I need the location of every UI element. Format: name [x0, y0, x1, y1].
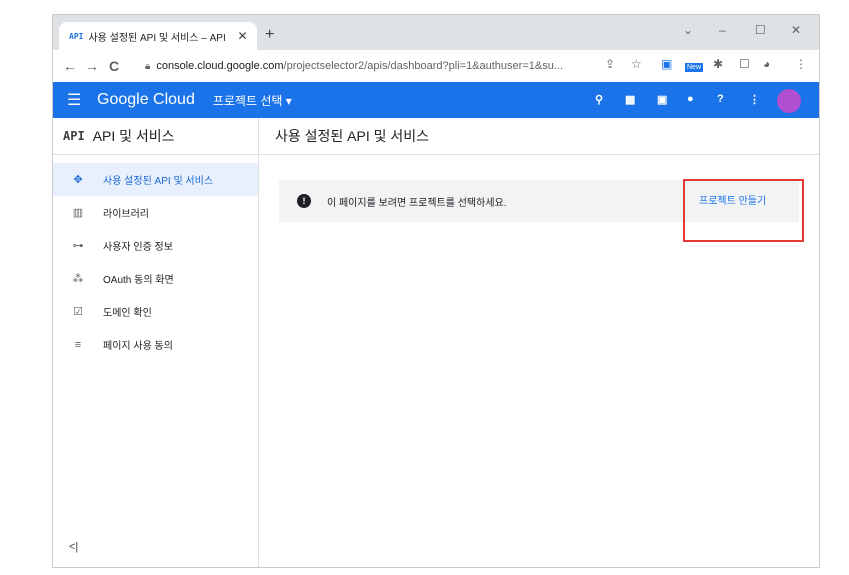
tab-strip: API 사용 설정된 API 및 서비스 – API ✕ + ⌄ – ☐ ✕: [53, 15, 819, 50]
project-selector[interactable]: 프로젝트 선택 ▾: [213, 92, 292, 109]
chevron-down-icon: ▾: [285, 93, 292, 108]
back-icon[interactable]: ←: [59, 58, 81, 74]
sidebar-item-label: OAuth 동의 화면: [103, 275, 174, 286]
star-icon[interactable]: ☆: [631, 57, 642, 71]
sidebar-item-domain-verification[interactable]: ☑ 도메인 확인: [53, 295, 258, 328]
sidebar-item-enabled-apis[interactable]: ✥ 사용 설정된 API 및 서비스: [53, 163, 258, 196]
tab-search-icon[interactable]: ⌄: [683, 23, 693, 37]
forward-icon[interactable]: →: [81, 58, 103, 74]
browser-window: API 사용 설정된 API 및 서비스 – API ✕ + ⌄ – ☐ ✕ ←…: [52, 14, 820, 568]
gcp-header: ☰ Google Cloud 프로젝트 선택 ▾: [53, 82, 819, 118]
library-icon: ▥: [72, 207, 84, 219]
sidebar-item-oauth-consent[interactable]: ⁂ OAuth 동의 화면: [53, 262, 258, 295]
sidebar-item-library[interactable]: ▥ 라이브러리: [53, 196, 258, 229]
maximize-icon[interactable]: ☐: [755, 23, 766, 37]
reload-icon[interactable]: C: [103, 58, 125, 74]
settings-list-icon: ≡: [74, 338, 82, 351]
tab-active[interactable]: API 사용 설정된 API 및 서비스 – API ✕: [59, 22, 257, 50]
highlight-box: [683, 179, 804, 242]
api-favicon-icon: API: [69, 31, 84, 41]
gift-icon[interactable]: ▩: [625, 93, 635, 106]
page-title: 사용 설정된 API 및 서비스: [259, 118, 819, 155]
url-path: /projectselector2/apis/dashboard?pli=1&a…: [283, 60, 563, 72]
tab-close-icon[interactable]: ✕: [237, 29, 247, 43]
sidebar-item-label: 라이브러리: [103, 209, 149, 220]
collapse-sidebar-icon[interactable]: <|: [69, 541, 78, 553]
google-cloud-logo[interactable]: Google Cloud: [97, 91, 195, 109]
puzzle-icon[interactable]: ✱: [713, 57, 723, 71]
sidebar-item-page-usage-agreements[interactable]: ≡ 페이지 사용 동의: [53, 328, 258, 361]
url-text: console.cloud.google.com/projectselector…: [156, 60, 563, 72]
api-icon: API: [63, 129, 85, 143]
tab-title: 사용 설정된 API 및 서비스 – API: [88, 32, 226, 44]
project-selector-label: 프로젝트 선택: [212, 93, 283, 108]
sidebar-item-label: 페이지 사용 동의: [103, 341, 173, 352]
info-icon: !: [297, 194, 311, 208]
consent-icon: ⁂: [72, 273, 84, 285]
sidebar-item-label: 도메인 확인: [103, 308, 152, 319]
sidepanel-icon[interactable]: ☐: [739, 57, 750, 71]
sidebar-item-label: 사용 설정된 API 및 서비스: [103, 176, 214, 187]
sidebar-header: API API 및 서비스: [53, 118, 258, 155]
key-icon: ⊶: [72, 240, 84, 252]
hamburger-menu-icon[interactable]: ☰: [67, 90, 87, 110]
address-row: ← → C 🔒︎ console.cloud.google.com/projec…: [53, 50, 819, 82]
help-icon[interactable]: ?: [717, 93, 724, 105]
address-bar[interactable]: 🔒︎ console.cloud.google.com/projectselec…: [145, 54, 653, 78]
lock-icon: 🔒︎: [145, 60, 151, 72]
sidebar-item-credentials[interactable]: ⊶ 사용자 인증 정보: [53, 229, 258, 262]
avatar[interactable]: [777, 89, 801, 113]
minimize-icon[interactable]: –: [719, 23, 726, 37]
notifications-icon[interactable]: ●: [687, 93, 694, 105]
checkbox-icon: ☑: [73, 306, 83, 318]
notice-text: 이 페이지를 보려면 프로젝트를 선택하세요.: [327, 197, 507, 209]
window-close-icon[interactable]: ✕: [791, 23, 801, 37]
search-icon[interactable]: ⚲: [595, 93, 603, 106]
enabled-apis-icon: ✥: [73, 174, 83, 186]
new-badge-icon[interactable]: New: [685, 63, 704, 72]
sidebar: API API 및 서비스 ✥ 사용 설정된 API 및 서비스 ▥ 라이브러리…: [53, 118, 259, 567]
sidebar-title: API 및 서비스: [92, 128, 175, 144]
translate-icon[interactable]: ▣: [661, 57, 672, 71]
url-host: console.cloud.google.com: [156, 60, 284, 72]
profile-icon[interactable]: ◕: [763, 57, 770, 71]
terminal-icon[interactable]: ▣: [657, 93, 667, 106]
share-icon[interactable]: ⇪: [605, 57, 615, 71]
more-icon[interactable]: ⋮: [749, 93, 760, 106]
menu-dots-icon[interactable]: ⋮: [795, 57, 807, 71]
sidebar-item-label: 사용자 인증 정보: [103, 242, 173, 253]
new-tab-button[interactable]: +: [265, 26, 274, 44]
